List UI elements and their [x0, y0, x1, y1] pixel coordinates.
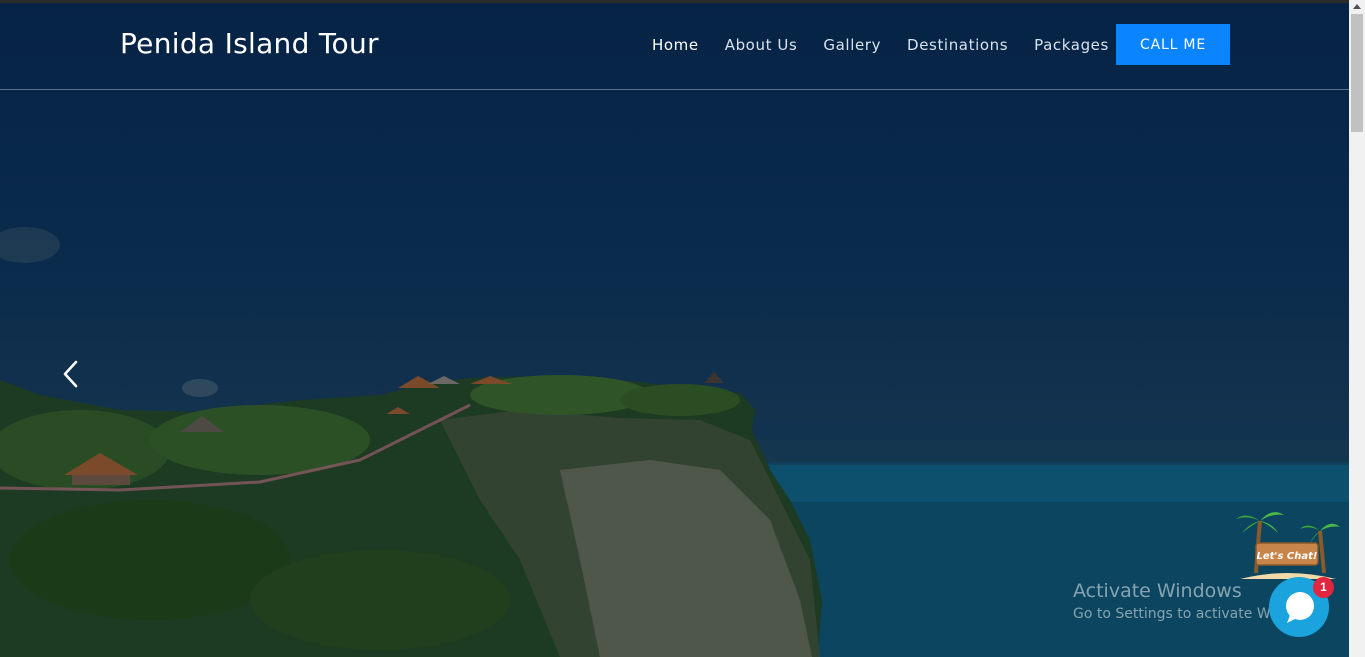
chat-sign-text: Let's Chat! [1257, 551, 1318, 562]
brand-logo-text[interactable]: Penida Island Tour [120, 27, 379, 60]
call-me-button[interactable]: CALL ME [1116, 24, 1230, 65]
scrollbar-thumb[interactable] [1351, 14, 1363, 132]
scroll-up-arrow-icon[interactable] [1353, 4, 1361, 9]
nav-item-about-us[interactable]: About Us [725, 36, 798, 54]
nav-item-gallery[interactable]: Gallery [823, 36, 881, 54]
navbar: Penida Island Tour Home About Us Gallery… [0, 3, 1349, 90]
nav-item-home[interactable]: Home [652, 36, 699, 54]
carousel-prev-button[interactable] [58, 358, 84, 390]
nav-item-packages[interactable]: Packages [1034, 36, 1109, 54]
palm-tree-sign-icon: Let's Chat! [1236, 512, 1340, 579]
hero-slide [0, 0, 1349, 657]
lets-chat-sign[interactable]: Let's Chat! [1232, 503, 1342, 581]
main-nav: Home About Us Gallery Destinations Packa… [652, 36, 1135, 54]
nav-item-destinations[interactable]: Destinations [907, 36, 1008, 54]
hero-image [0, 227, 1349, 657]
chevron-left-icon [63, 360, 78, 388]
page: Penida Island Tour Home About Us Gallery… [0, 0, 1365, 657]
chat-unread-badge: 1 [1313, 577, 1334, 598]
